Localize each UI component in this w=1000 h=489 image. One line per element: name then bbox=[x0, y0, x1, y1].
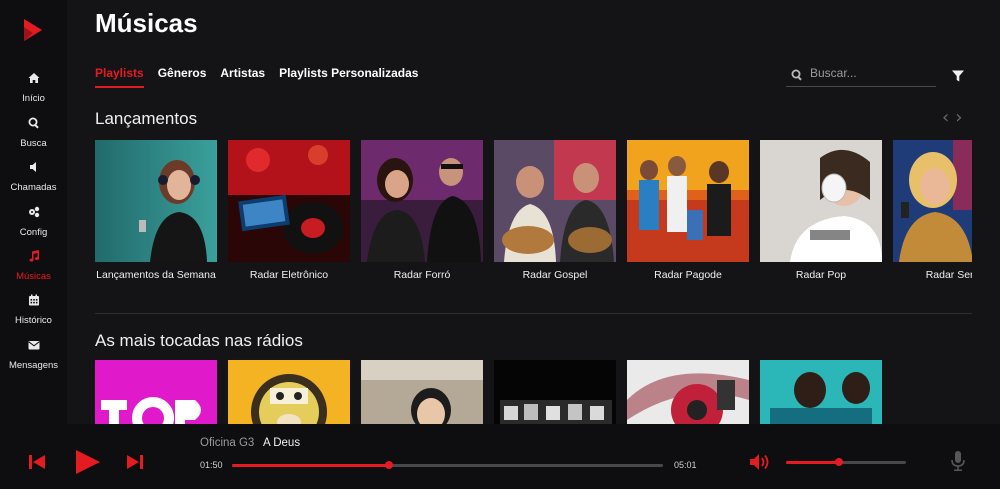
playlist-cover-image bbox=[228, 140, 350, 262]
sidebar-item-musicas[interactable]: Músicas bbox=[0, 249, 67, 284]
progress-knob[interactable] bbox=[385, 461, 394, 469]
playlist-card[interactable]: Radar Pop bbox=[760, 140, 882, 282]
sidebar-item-inicio[interactable]: Início bbox=[0, 71, 67, 106]
playlist-cover-image bbox=[760, 360, 882, 424]
calendar-icon bbox=[0, 293, 67, 307]
sidebar-item-label: Mensagens bbox=[8, 360, 59, 371]
playlist-cover-image bbox=[95, 140, 217, 262]
playlist-card[interactable]: Radar Pagode bbox=[627, 140, 749, 282]
playlist-card-title: Radar Pagode bbox=[654, 269, 722, 281]
playlist-card-title: Radar Forró bbox=[393, 269, 451, 281]
speaker-icon bbox=[0, 160, 67, 174]
playlist-cover-image bbox=[228, 360, 350, 424]
player-bar: Oficina G3 A Deus 01:50 05:01 bbox=[0, 424, 1000, 489]
skip-next-icon[interactable] bbox=[127, 455, 143, 469]
playlist-card[interactable] bbox=[494, 360, 616, 424]
playlist-card[interactable]: Radar Eletrônico bbox=[228, 140, 350, 282]
track-title: A Deus bbox=[263, 437, 301, 449]
playlist-card-title: Radar Gospel bbox=[522, 269, 588, 281]
sidebar-item-busca[interactable]: Busca bbox=[0, 116, 67, 151]
section-title-radios: As mais tocadas nas rádios bbox=[95, 331, 303, 350]
sidebar-item-label: Músicas bbox=[16, 271, 51, 282]
playlist-cover-image bbox=[627, 140, 749, 262]
volume-knob[interactable] bbox=[834, 458, 843, 466]
search-input[interactable] bbox=[810, 66, 930, 80]
chevron-right-icon[interactable]: › bbox=[955, 109, 962, 127]
tab-bar: Playlists Gêneros Artistas Playlists Per… bbox=[95, 66, 418, 88]
play-icon[interactable] bbox=[76, 450, 100, 474]
sidebar-item-label: Busca bbox=[20, 138, 47, 149]
playlist-cover-image bbox=[627, 360, 749, 424]
tab-playlists[interactable]: Playlists bbox=[95, 66, 144, 88]
sidebar-item-label: Chamadas bbox=[10, 182, 57, 193]
carousel-arrows: ‹ › bbox=[942, 109, 962, 127]
playlist-card-title: Lançamentos da Semana bbox=[96, 269, 216, 281]
microphone-icon[interactable] bbox=[951, 451, 965, 471]
playlist-cover-image bbox=[95, 360, 217, 424]
sidebar-item-chamadas[interactable]: Chamadas bbox=[0, 160, 67, 195]
search-icon bbox=[0, 116, 67, 130]
chevron-left-icon[interactable]: ‹ bbox=[942, 109, 949, 127]
section-divider bbox=[95, 313, 972, 314]
playlist-card[interactable]: Radar Gospel bbox=[494, 140, 616, 282]
sidebar-item-historico[interactable]: Histórico bbox=[0, 293, 67, 328]
volume-icon[interactable] bbox=[750, 454, 770, 470]
sidebar-item-label: Início bbox=[22, 93, 45, 104]
page-title: Músicas bbox=[95, 8, 198, 38]
search-icon bbox=[791, 69, 802, 81]
playlist-card-title: Radar Serta bbox=[925, 269, 972, 281]
app-window: Início Busca Chamadas Config Músicas His… bbox=[0, 0, 1000, 489]
sidebar-item-label: Histórico bbox=[15, 315, 52, 326]
playlist-card[interactable] bbox=[95, 360, 217, 424]
logo-icon[interactable] bbox=[24, 19, 42, 41]
playlist-card-title: Radar Pop bbox=[795, 269, 847, 281]
filter-icon[interactable] bbox=[952, 70, 964, 82]
elapsed-time: 01:50 bbox=[200, 460, 223, 470]
playlist-cover-image bbox=[361, 140, 483, 262]
envelope-icon bbox=[0, 338, 67, 352]
tab-playlists-personalizadas[interactable]: Playlists Personalizadas bbox=[279, 66, 418, 88]
section-title-lancamentos: Lançamentos bbox=[95, 109, 198, 128]
sidebar-item-mensagens[interactable]: Mensagens bbox=[0, 338, 67, 373]
music-note-icon bbox=[0, 249, 67, 263]
playlist-card[interactable] bbox=[228, 360, 350, 424]
playlist-cover-image bbox=[893, 140, 972, 262]
search-box bbox=[786, 66, 936, 87]
tab-artistas[interactable]: Artistas bbox=[220, 66, 265, 88]
sidebar-item-label: Config bbox=[19, 227, 48, 238]
playlist-card[interactable] bbox=[627, 360, 749, 424]
playlist-card[interactable] bbox=[760, 360, 882, 424]
duration-time: 05:01 bbox=[674, 460, 697, 470]
progress-slider[interactable] bbox=[232, 461, 663, 469]
playlist-card[interactable]: Radar Forró bbox=[361, 140, 483, 282]
home-icon bbox=[0, 71, 67, 85]
gears-icon bbox=[0, 205, 67, 219]
playlist-cover-image bbox=[494, 360, 616, 424]
carousel-radios bbox=[95, 360, 972, 424]
playlist-cover-image bbox=[760, 140, 882, 262]
playlist-cover-image bbox=[361, 360, 483, 424]
sidebar: Início Busca Chamadas Config Músicas His… bbox=[0, 0, 67, 424]
track-artist: Oficina G3 bbox=[200, 437, 255, 449]
playlist-card[interactable] bbox=[361, 360, 483, 424]
playlist-card[interactable]: Lançamentos da Semana bbox=[95, 140, 217, 282]
volume-fill bbox=[786, 461, 839, 464]
carousel-lancamentos: Lançamentos da Semana Radar Eletrônico R… bbox=[95, 140, 972, 305]
progress-fill bbox=[232, 464, 390, 467]
playlist-card-title: Radar Eletrônico bbox=[249, 269, 329, 281]
tab-generos[interactable]: Gêneros bbox=[158, 66, 207, 88]
playlist-card[interactable]: Radar Serta bbox=[893, 140, 972, 282]
sidebar-item-config[interactable]: Config bbox=[0, 205, 67, 240]
playlist-cover-image bbox=[494, 140, 616, 262]
skip-previous-icon[interactable] bbox=[29, 455, 45, 469]
volume-slider[interactable] bbox=[786, 458, 906, 466]
